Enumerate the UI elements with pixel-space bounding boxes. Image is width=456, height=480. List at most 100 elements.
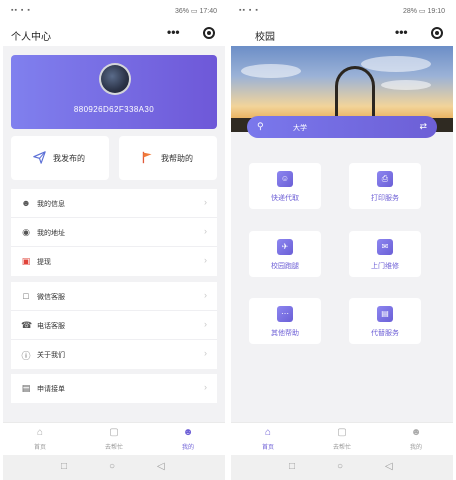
printer-icon: ⎙ xyxy=(377,171,393,187)
tab-label: 去帮忙 xyxy=(332,445,351,451)
more-icon: ⋯ xyxy=(277,306,293,322)
tab-label: 我的 xyxy=(409,445,422,451)
page-title: 校园 xyxy=(255,32,275,43)
service-express-pickup[interactable]: ☺ 快递代取 xyxy=(249,163,321,209)
service-label: 上门维修 xyxy=(371,263,399,270)
tab-home[interactable]: ⌂ 首页 xyxy=(243,427,293,451)
flag-icon xyxy=(141,151,154,167)
chat-icon: □ xyxy=(23,291,29,301)
chevron-right-icon: › xyxy=(204,348,207,358)
location-pin-icon: ⚲ xyxy=(257,121,264,131)
chevron-right-icon: › xyxy=(204,226,207,236)
wallet-icon: ▣ xyxy=(21,256,31,266)
mini-program-capsule: ••• xyxy=(163,24,219,42)
back-button[interactable]: ◁ xyxy=(385,461,393,472)
home-icon: ⌂ xyxy=(264,427,272,438)
menu-item-wechat-service[interactable]: □ 微信客服 › xyxy=(11,282,217,311)
mini-program-capsule: ••• xyxy=(391,24,447,42)
switch-icon[interactable]: ⇄ xyxy=(419,121,427,132)
help-icon: ▢ xyxy=(109,427,119,438)
service-print[interactable]: ⎙ 打印服务 xyxy=(349,163,421,209)
chevron-right-icon: › xyxy=(204,319,207,329)
title-bar: 个人中心 ••• xyxy=(3,20,225,46)
system-nav-bar: □ ○ ◁ xyxy=(231,455,453,480)
tab-help[interactable]: ▢ 去帮忙 xyxy=(89,427,139,451)
service-label: 快递代取 xyxy=(271,195,299,202)
apply-icon: ▤ xyxy=(21,383,31,393)
service-repair[interactable]: ✉ 上门维修 xyxy=(349,231,421,277)
user-icon: ☻ xyxy=(410,427,422,438)
delivery-icon: ☺ xyxy=(277,171,293,187)
tab-bar: ⌂ 首页 ▢ 去帮忙 ☻ 我的 xyxy=(3,422,225,455)
chevron-right-icon: › xyxy=(204,255,207,265)
my-helped-button[interactable]: 我帮助的 xyxy=(119,136,217,180)
location-selector[interactable]: ⚲ 大学 ⇄ xyxy=(247,116,437,138)
close-mini-program-button[interactable] xyxy=(431,27,443,39)
mail-icon: ✉ xyxy=(377,239,393,255)
tab-bar: ⌂ 首页 ▢ 去帮忙 ☻ 我的 xyxy=(231,422,453,455)
my-posts-button[interactable]: 我发布的 xyxy=(11,136,109,180)
tab-label: 我的 xyxy=(181,445,194,451)
chevron-right-icon: › xyxy=(204,382,207,392)
service-campus-errand[interactable]: ✈ 校园跑腿 xyxy=(249,231,321,277)
menu-item-withdraw[interactable]: ▣ 提现 › xyxy=(11,247,217,276)
menu-item-about-us[interactable]: ⓘ 关于我们 › xyxy=(11,340,217,369)
status-bar: ▪▪ ▪ ▪ 28% ▭ 19:10 xyxy=(231,0,453,20)
tab-label: 首页 xyxy=(33,445,46,451)
chevron-right-icon: › xyxy=(204,197,207,207)
user-icon: ☻ xyxy=(182,427,194,438)
recent-apps-button[interactable]: □ xyxy=(289,461,295,472)
menu-group-apply: ▤ 申请接单 › xyxy=(11,374,217,403)
status-icons: ▪▪ ▪ ▪ xyxy=(11,7,31,14)
profile-screen: ▪▪ ▪ ▪ 36% ▭ 17:40 个人中心 ••• 880926D62F33… xyxy=(3,0,225,480)
running-icon: ✈ xyxy=(277,239,293,255)
campus-screen: ▪▪ ▪ ▪ 28% ▭ 19:10 校园 ••• ⚲ 大学 ⇄ ☺ 快递代取 xyxy=(231,0,453,480)
close-mini-program-button[interactable] xyxy=(203,27,215,39)
my-helped-label: 我帮助的 xyxy=(161,154,193,163)
service-other-help[interactable]: ⋯ 其他帮助 xyxy=(249,298,321,344)
title-bar: 校园 ••• xyxy=(231,20,453,46)
avatar[interactable] xyxy=(99,63,131,95)
menu-item-label: 提现 xyxy=(37,259,51,266)
menu-item-label: 电话客服 xyxy=(37,323,65,330)
menu-item-apply-orders[interactable]: ▤ 申请接单 › xyxy=(11,374,217,403)
tab-mine[interactable]: ☻ 我的 xyxy=(163,427,213,451)
menu-item-label: 关于我们 xyxy=(37,352,65,359)
status-battery-time: 36% ▭ 17:40 xyxy=(174,8,217,15)
tab-mine[interactable]: ☻ 我的 xyxy=(391,427,441,451)
tab-home[interactable]: ⌂ 首页 xyxy=(15,427,65,451)
phone-icon: ☎ xyxy=(21,320,33,330)
back-button[interactable]: ◁ xyxy=(157,461,165,472)
page-title: 个人中心 xyxy=(11,32,51,43)
my-posts-label: 我发布的 xyxy=(53,154,85,163)
home-button[interactable]: ○ xyxy=(337,461,343,472)
tab-label: 去帮忙 xyxy=(104,445,123,451)
home-icon: ⌂ xyxy=(36,427,44,438)
service-label: 其他帮助 xyxy=(271,330,299,337)
home-button[interactable]: ○ xyxy=(109,461,115,472)
school-name: 大学 xyxy=(293,125,307,132)
location-icon: ◉ xyxy=(22,227,30,237)
substitute-icon: ▤ xyxy=(377,306,393,322)
profile-card[interactable]: 880926D62F338A30 xyxy=(11,55,217,129)
menu-item-label: 我的地址 xyxy=(37,230,65,237)
recent-apps-button[interactable]: □ xyxy=(61,461,67,472)
user-id: 880926D62F338A30 xyxy=(73,105,155,114)
more-menu-button[interactable]: ••• xyxy=(167,25,180,39)
tab-help[interactable]: ▢ 去帮忙 xyxy=(317,427,367,451)
help-icon: ▢ xyxy=(337,427,347,438)
status-battery-time: 28% ▭ 19:10 xyxy=(402,8,445,15)
status-icons: ▪▪ ▪ ▪ xyxy=(239,7,259,14)
menu-item-label: 微信客服 xyxy=(37,294,65,301)
service-label: 打印服务 xyxy=(371,195,399,202)
menu-item-label: 我的信息 xyxy=(37,201,65,208)
service-substitute[interactable]: ▤ 代替服务 xyxy=(349,298,421,344)
menu-group-account: ☻ 我的信息 › ◉ 我的地址 › ▣ 提现 › xyxy=(11,189,217,276)
menu-item-my-address[interactable]: ◉ 我的地址 › xyxy=(11,218,217,247)
more-menu-button[interactable]: ••• xyxy=(395,25,408,39)
user-icon: ☻ xyxy=(21,198,31,208)
menu-item-my-info[interactable]: ☻ 我的信息 › xyxy=(11,189,217,218)
chevron-right-icon: › xyxy=(204,290,207,300)
menu-item-phone-service[interactable]: ☎ 电话客服 › xyxy=(11,311,217,340)
tab-label: 首页 xyxy=(261,445,274,451)
